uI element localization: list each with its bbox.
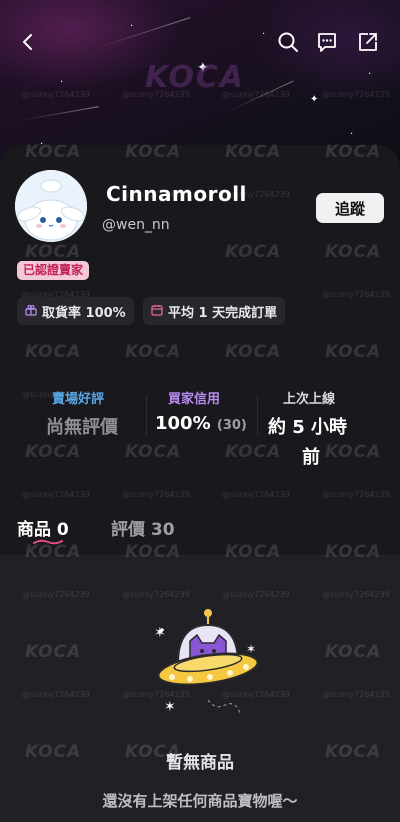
svg-text:✶: ✶: [246, 642, 256, 656]
seller-name: Cinnamoroll: [106, 182, 247, 206]
empty-state-subtitle: 還沒有上架任何商品寶物喔～: [102, 792, 298, 810]
credit-value: 100% (30): [155, 413, 247, 434]
empty-state-title: 暫無商品: [166, 753, 234, 773]
last-online-label: 上次上線: [283, 392, 336, 407]
credit-label: 買家信用: [168, 392, 221, 407]
stat-divider: [257, 395, 258, 435]
search-icon[interactable]: [268, 22, 308, 62]
credit-count: (30): [216, 418, 247, 433]
avg-completion-chip: 平均 1 天完成訂單: [143, 297, 286, 325]
chat-icon[interactable]: [307, 22, 347, 62]
share-icon[interactable]: [348, 22, 388, 62]
gift-icon: [25, 304, 37, 319]
avg-completion-text: 平均 1 天完成訂單: [168, 305, 278, 321]
last-online-value-cont: 前: [302, 447, 320, 468]
tab-reviews[interactable]: 評價 30: [111, 515, 175, 540]
pickup-rate-chip: 取貨率 100%: [17, 297, 134, 325]
ufo-empty-illustration-icon: ✶ ✶ ✶: [154, 609, 259, 715]
tab-products[interactable]: 商品 0: [17, 515, 69, 540]
certified-seller-badge: 已認證賣家: [17, 261, 90, 280]
top-bar: [0, 22, 400, 62]
last-online-value: 約 5 小時: [268, 417, 348, 438]
back-arrow-icon[interactable]: [8, 22, 48, 62]
pickup-rate-text: 取貨率 100%: [42, 305, 126, 321]
stat-divider: [146, 395, 147, 435]
seller-handle: @wen_nn: [102, 217, 170, 233]
rating-label: 賣場好評: [52, 392, 105, 407]
calendar-icon: [151, 304, 163, 319]
cinnamoroll-avatar-icon: [15, 170, 87, 242]
active-tab-indicator: [33, 539, 63, 545]
svg-text:✶: ✶: [164, 699, 176, 715]
svg-text:✶: ✶: [154, 625, 166, 641]
rating-value: 尚無評價: [46, 417, 118, 438]
avatar[interactable]: [15, 170, 87, 242]
follow-button[interactable]: 追蹤: [316, 193, 384, 223]
